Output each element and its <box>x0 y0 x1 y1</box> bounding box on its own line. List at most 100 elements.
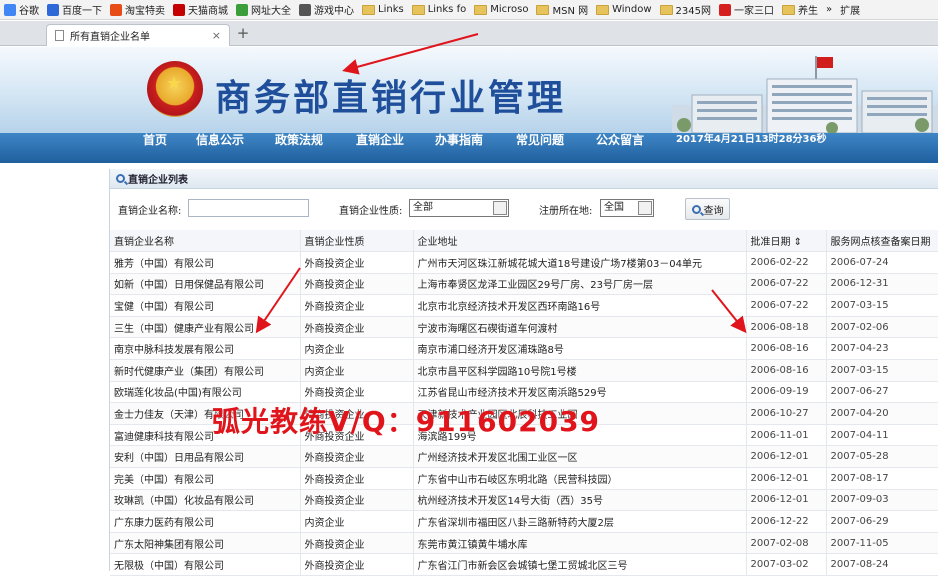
folder-icon <box>411 4 425 15</box>
approval-date-cell: 2006-11-01 <box>746 424 827 447</box>
dropdown-icon <box>638 201 652 215</box>
nav-companies[interactable]: 直销企业 <box>356 133 408 147</box>
nav-info[interactable]: 信息公示 <box>196 133 248 147</box>
tmall-icon <box>173 3 185 16</box>
filing-date-cell: 2007-04-23 <box>826 337 938 361</box>
approval-date-cell: 2006-12-01 <box>746 489 827 512</box>
company-type-cell: 内资企业 <box>300 510 414 533</box>
filing-date-cell: 2007-02-06 <box>826 316 938 339</box>
company-type-cell: 内资企业 <box>300 337 414 361</box>
table-row[interactable]: 安利（中国）日用品有限公司 外商投资企业 广州经济技术开发区北围工业区一区 2006-… <box>110 445 938 469</box>
region-filter-select[interactable]: 全国 <box>600 199 654 217</box>
region-filter-value: 全国 <box>604 202 624 213</box>
company-name-cell: 宝健（中国）有限公司 <box>110 294 301 317</box>
table-row[interactable]: 广东康力医药有限公司 内资企业 广东省深圳市福田区八卦三路新特药大厦2层 2006-1… <box>110 510 938 533</box>
nav-guide[interactable]: 办事指南 <box>435 133 487 147</box>
bookmark-label: Links <box>378 4 404 15</box>
company-type-cell: 外商投资企业 <box>300 553 414 576</box>
column-header-sortable[interactable]: 批准日期 ⇕ <box>746 230 827 253</box>
filing-date-cell: 2007-09-03 <box>826 489 938 512</box>
address-cell: 广东省深圳市福田区八卦三路新特药大厦2层 <box>413 510 747 533</box>
table-row[interactable]: 如新（中国）日用保健品有限公司 外商投资企业 上海市奉贤区龙泽工业园区29号厂房、2… <box>110 273 938 296</box>
bookmark-label: Microso <box>490 4 529 15</box>
query-button[interactable]: 查询 <box>685 198 730 220</box>
approval-date-cell: 2007-02-08 <box>746 532 827 555</box>
page-icon <box>55 30 64 41</box>
bookmark-label: Window <box>612 4 652 15</box>
nav-home[interactable]: 首页 <box>143 133 169 147</box>
table-row[interactable]: 三生（中国）健康产业有限公司 外商投资企业 宁波市海曙区石碶街道车何渡村 2006-0… <box>110 316 938 339</box>
company-name-cell: 如新（中国）日用保健品有限公司 <box>110 273 301 296</box>
column-header: 服务网点核查备案日期 <box>826 230 938 253</box>
site-title: 商务部直销行业管理 <box>215 77 567 119</box>
browser-tab[interactable]: 所有直销企业名单 × <box>46 24 230 46</box>
bookmarks-more-button[interactable]: » <box>822 0 836 19</box>
filter-bar: 直销企业名称: 直销企业性质: 全部 注册所在地: 全国 查询 <box>110 189 938 229</box>
building-illustration <box>672 78 938 133</box>
bookmark-item[interactable]: Links fo <box>408 0 471 19</box>
folder-icon <box>474 4 488 15</box>
address-cell: 广州市天河区珠江新城花城大道18号建设广场7楼第03－04单元 <box>413 251 747 274</box>
company-name-cell: 无限极（中国）有限公司 <box>110 553 301 576</box>
bookmark-item[interactable]: 百度一下 <box>43 0 106 19</box>
table-row[interactable]: 宝健（中国）有限公司 外商投资企业 北京市北京经济技术开发区西环南路16号 2006-… <box>110 294 938 317</box>
filing-date-cell: 2006-12-31 <box>826 273 938 296</box>
type-filter-value: 全部 <box>413 202 433 213</box>
table-row[interactable]: 完美（中国）有限公司 外商投资企业 广东省中山市石岐区东明北路（民营科技园） 2006… <box>110 467 938 490</box>
filing-date-cell: 2007-08-17 <box>826 467 938 490</box>
bookmark-item[interactable]: 游戏中心 <box>295 0 358 19</box>
filing-date-cell: 2007-06-27 <box>826 381 938 404</box>
bookmark-label: 游戏中心 <box>314 6 354 17</box>
approval-date-cell: 2006-07-22 <box>746 273 827 296</box>
bookmark-item[interactable]: 养生 <box>778 0 822 19</box>
column-header: 直销企业名称 <box>110 230 301 253</box>
filing-date-cell: 2007-03-15 <box>826 359 938 382</box>
table-row[interactable]: 南京中脉科技发展有限公司 内资企业 南京市浦口经济开发区浦珠路8号 2006-08-1… <box>110 337 938 361</box>
filing-date-cell: 2007-04-20 <box>826 402 938 425</box>
baidu-icon <box>47 3 59 16</box>
address-cell: 东莞市黄江镇黄牛埔水库 <box>413 532 747 555</box>
extensions-button[interactable]: 扩展 <box>836 0 864 19</box>
table-row[interactable]: 广东太阳神集团有限公司 外商投资企业 东莞市黄江镇黄牛埔水库 2007-02-08 20… <box>110 532 938 555</box>
bookmark-label: 2345网 <box>675 6 711 17</box>
bookmark-item[interactable]: Window <box>592 0 655 19</box>
bookmark-item[interactable]: 谷歌 <box>0 0 43 19</box>
nav-policy[interactable]: 政策法规 <box>275 133 327 147</box>
bookmark-item[interactable]: 网址大全 <box>232 0 295 19</box>
site-banner: ★ 商务部直销行业管理 <box>0 47 938 133</box>
approval-date-cell: 2006-12-01 <box>746 467 827 490</box>
type-filter-select[interactable]: 全部 <box>409 199 509 217</box>
folder-icon <box>362 4 375 15</box>
approval-date-cell: 2006-02-22 <box>746 251 827 274</box>
table-row[interactable]: 玫琳凯（中国）化妆品有限公司 外商投资企业 杭州经济技术开发区14号大街（西）35号… <box>110 489 938 512</box>
table-row[interactable]: 雅芳（中国）有限公司 外商投资企业 广州市天河区珠江新城花城大道18号建设广场7楼第… <box>110 251 938 274</box>
bookmark-item[interactable]: Microso <box>470 0 532 19</box>
table-row[interactable]: 无限极（中国）有限公司 外商投资企业 广东省江门市新会区会城镇七堡工贸城北区三号 20… <box>110 553 938 576</box>
company-type-cell: 内资企业 <box>300 359 414 382</box>
bookmark-item[interactable]: 一家三口 <box>715 0 778 19</box>
folder-icon <box>596 4 610 15</box>
company-name-cell: 新时代健康产业（集团）有限公司 <box>110 359 301 382</box>
address-cell: 上海市奉贤区龙泽工业园区29号厂房、23号厂房一层 <box>413 273 747 296</box>
new-tab-button[interactable]: + <box>234 25 252 43</box>
bookmark-item[interactable]: MSN 网 <box>532 0 592 19</box>
approval-date-cell: 2006-08-18 <box>746 316 827 339</box>
bookmark-item[interactable]: Links <box>358 0 408 19</box>
bookmark-item[interactable]: 淘宝特卖 <box>106 0 169 19</box>
nav-faq[interactable]: 常见问题 <box>516 133 568 147</box>
filing-date-cell: 2007-04-11 <box>826 424 938 447</box>
table-row[interactable]: 新时代健康产业（集团）有限公司 内资企业 北京市昌平区科学园路10号院1号楼 2006… <box>110 359 938 382</box>
panel-header: 直销企业列表 <box>110 169 938 189</box>
bookmark-item[interactable]: 2345网 <box>656 0 715 19</box>
company-name-cell: 玫琳凯（中国）化妆品有限公司 <box>110 489 301 512</box>
company-name-cell: 完美（中国）有限公司 <box>110 467 301 490</box>
address-cell: 杭州经济技术开发区14号大街（西）35号 <box>413 489 747 512</box>
bookmark-label: Links fo <box>427 4 467 15</box>
address-cell: 广东省江门市新会区会城镇七堡工贸城北区三号 <box>413 553 747 576</box>
name-filter-input[interactable] <box>188 199 309 217</box>
company-name-cell: 安利（中国）日用品有限公司 <box>110 445 301 469</box>
search-icon <box>691 204 701 214</box>
nav-feedback[interactable]: 公众留言 <box>596 133 648 147</box>
close-icon[interactable]: × <box>212 29 221 42</box>
bookmark-item[interactable]: 天猫商城 <box>169 0 232 19</box>
